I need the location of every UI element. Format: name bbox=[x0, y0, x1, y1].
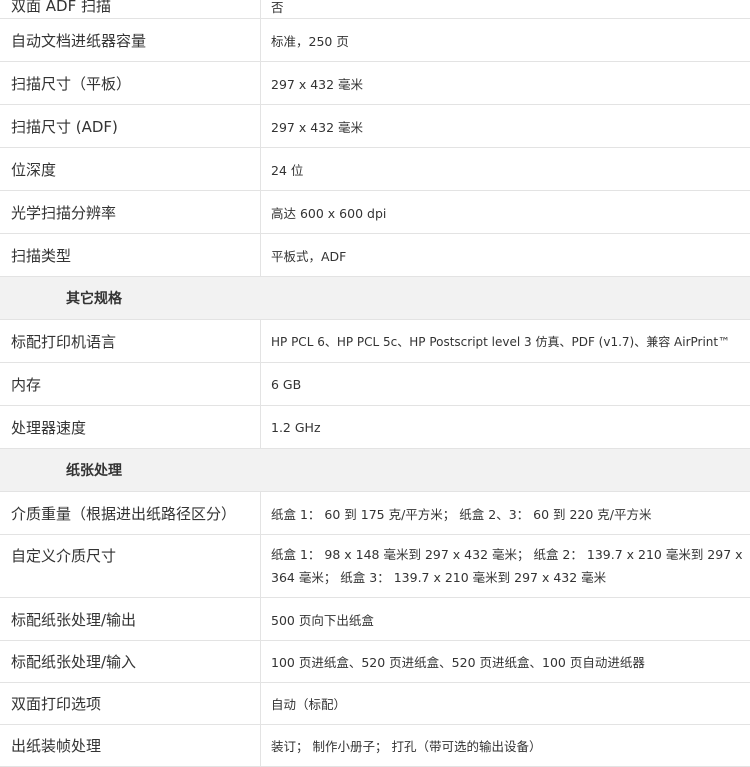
spec-label: 出纸装帧处理 bbox=[0, 725, 261, 766]
spec-row-paper-input: 标配纸张处理/输入 100 页进纸盒、520 页进纸盒、520 页进纸盒、100… bbox=[0, 641, 750, 683]
section-header-other-specs: 其它规格 bbox=[0, 277, 750, 320]
spec-value: 500 页向下出纸盒 bbox=[271, 612, 374, 628]
spec-label: 标配纸张处理/输出 bbox=[0, 598, 261, 640]
spec-table: 双面 ADF 扫描 否 自动文档进纸器容量 标准，250 页 扫描尺寸（平板） … bbox=[0, 0, 750, 767]
spec-label: 自定义介质尺寸 bbox=[0, 535, 261, 597]
spec-value: 高达 600 x 600 dpi bbox=[271, 205, 387, 221]
spec-label: 扫描尺寸（平板） bbox=[0, 62, 261, 104]
spec-row-printer-languages: 标配打印机语言 HP PCL 6、HP PCL 5c、HP Postscript… bbox=[0, 320, 750, 363]
spec-label: 位深度 bbox=[0, 148, 261, 190]
spec-label: 处理器速度 bbox=[0, 406, 261, 448]
spec-value: 装订； 制作小册子； 打孔（带可选的输出设备） bbox=[271, 739, 542, 754]
spec-value: 自动（标配） bbox=[271, 697, 347, 712]
spec-row-adf-capacity: 自动文档进纸器容量 标准，250 页 bbox=[0, 19, 750, 62]
spec-label: 双面打印选项 bbox=[0, 683, 261, 724]
section-header-paper-handling: 纸张处理 bbox=[0, 449, 750, 492]
spec-value: 纸盒 1： 98 x 148 毫米到 297 x 432 毫米； 纸盒 2： 1… bbox=[271, 547, 743, 585]
spec-row-scan-size-flatbed: 扫描尺寸（平板） 297 x 432 毫米 bbox=[0, 62, 750, 105]
spec-row-optical-resolution: 光学扫描分辨率 高达 600 x 600 dpi bbox=[0, 191, 750, 234]
spec-row-duplex-adf-scan: 双面 ADF 扫描 否 bbox=[0, 0, 750, 19]
spec-value: 297 x 432 毫米 bbox=[271, 76, 364, 92]
spec-value: 纸盒 1： 60 到 175 克/平方米； 纸盒 2、3： 60 到 220 克… bbox=[271, 506, 652, 522]
spec-label: 自动文档进纸器容量 bbox=[0, 19, 261, 61]
spec-row-bit-depth: 位深度 24 位 bbox=[0, 148, 750, 191]
spec-label: 双面 ADF 扫描 bbox=[0, 0, 261, 18]
spec-value: 24 位 bbox=[271, 162, 304, 178]
spec-value: 平板式，ADF bbox=[271, 248, 347, 264]
spec-value: 否 bbox=[271, 0, 284, 15]
section-title: 其它规格 bbox=[66, 291, 122, 307]
section-title: 纸张处理 bbox=[66, 463, 122, 479]
spec-row-duplex-options: 双面打印选项 自动（标配） bbox=[0, 683, 750, 725]
spec-label: 扫描类型 bbox=[0, 234, 261, 276]
spec-row-memory: 内存 6 GB bbox=[0, 363, 750, 406]
spec-label: 标配纸张处理/输入 bbox=[0, 641, 261, 682]
spec-value: 1.2 GHz bbox=[271, 419, 321, 435]
spec-row-custom-media-size: 自定义介质尺寸 纸盒 1： 98 x 148 毫米到 297 x 432 毫米；… bbox=[0, 535, 750, 598]
spec-label: 介质重量（根据进出纸路径区分） bbox=[0, 492, 261, 534]
spec-row-paper-output: 标配纸张处理/输出 500 页向下出纸盒 bbox=[0, 598, 750, 641]
spec-row-scan-type: 扫描类型 平板式，ADF bbox=[0, 234, 750, 277]
spec-row-scan-size-adf: 扫描尺寸 (ADF) 297 x 432 毫米 bbox=[0, 105, 750, 148]
spec-value: 100 页进纸盒、520 页进纸盒、520 页进纸盒、100 页自动进纸器 bbox=[271, 655, 645, 670]
spec-value: 6 GB bbox=[271, 376, 302, 392]
spec-row-finishing: 出纸装帧处理 装订； 制作小册子； 打孔（带可选的输出设备） bbox=[0, 725, 750, 767]
spec-value: HP PCL 6、HP PCL 5c、HP Postscript level 3… bbox=[271, 334, 731, 349]
spec-label: 光学扫描分辨率 bbox=[0, 191, 261, 233]
spec-row-media-weight: 介质重量（根据进出纸路径区分） 纸盒 1： 60 到 175 克/平方米； 纸盒… bbox=[0, 492, 750, 535]
spec-label: 内存 bbox=[0, 363, 261, 405]
spec-label: 标配打印机语言 bbox=[0, 320, 261, 362]
spec-row-processor-speed: 处理器速度 1.2 GHz bbox=[0, 406, 750, 449]
spec-label: 扫描尺寸 (ADF) bbox=[0, 105, 261, 147]
spec-value: 标准，250 页 bbox=[271, 33, 349, 49]
spec-value: 297 x 432 毫米 bbox=[271, 119, 364, 135]
